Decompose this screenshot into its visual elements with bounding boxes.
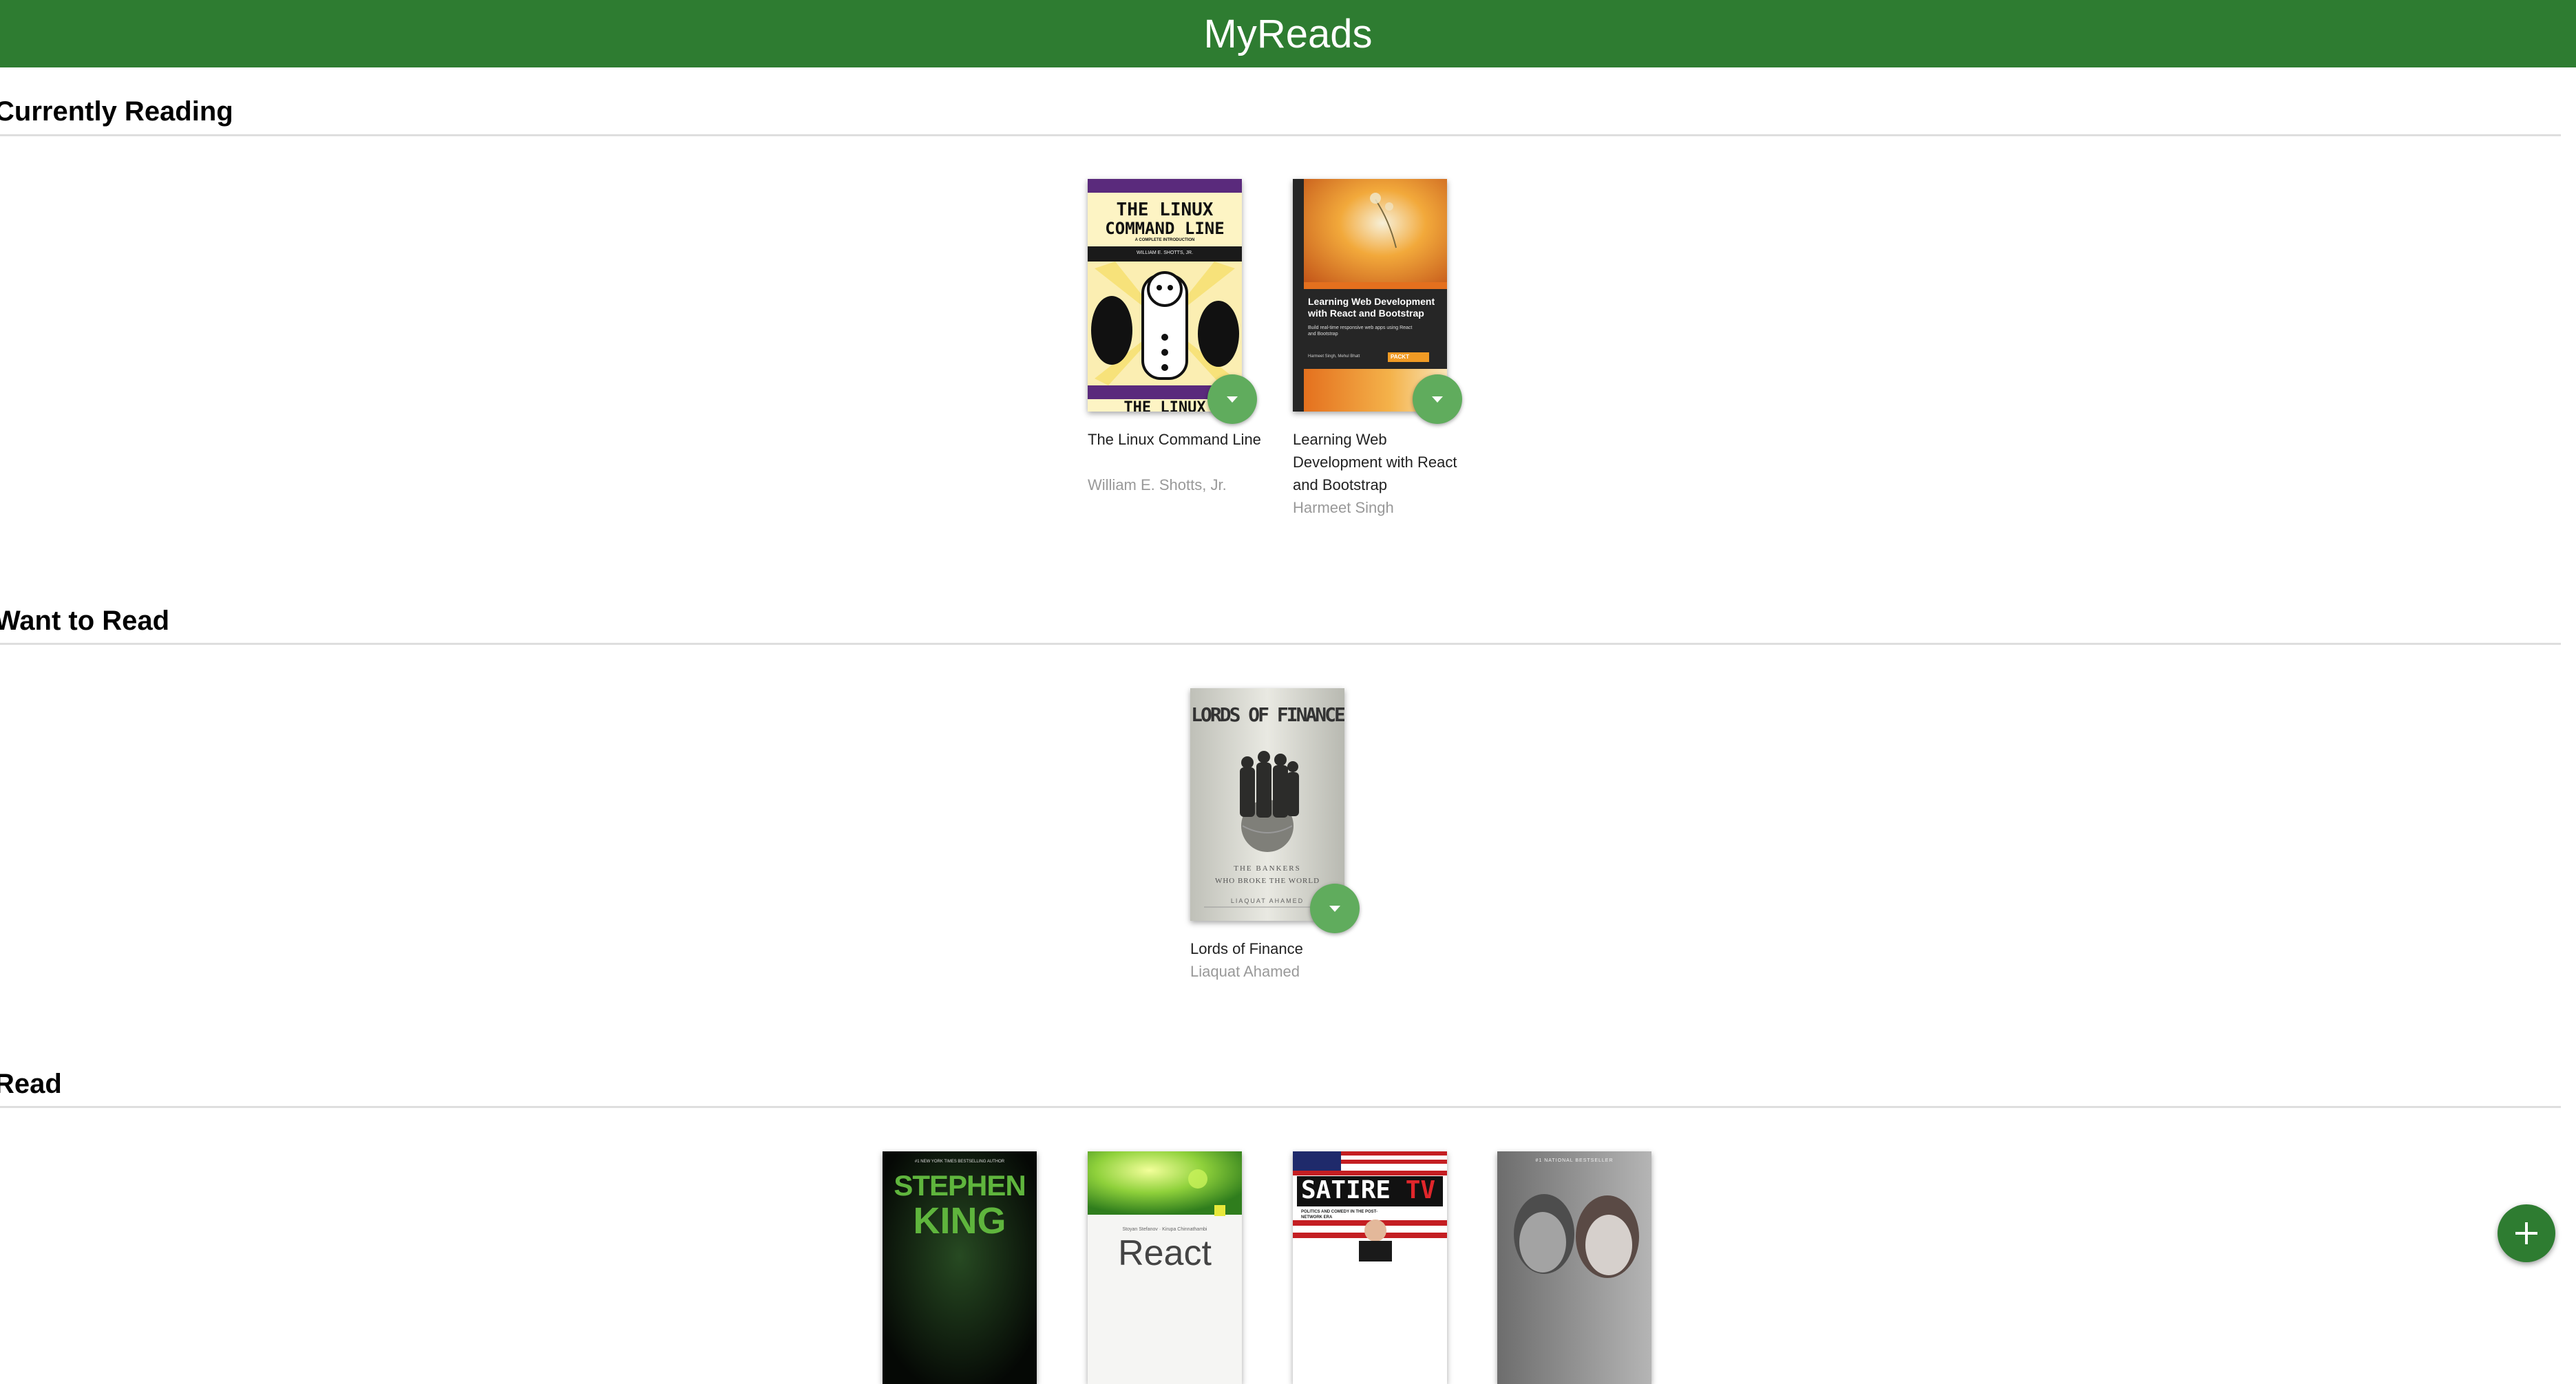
cover-title: LORDS OF FINANCE (1191, 703, 1344, 726)
cover-art (1497, 1151, 1651, 1384)
add-book-button[interactable] (2498, 1204, 2555, 1262)
cover-title-line2: COMMAND LINE (1105, 219, 1225, 238)
shelf-divider (0, 643, 2561, 645)
book-cover[interactable]: #1 NEW YORK TIMES BESTSELLING AUTHOR STE… (883, 1151, 1037, 1384)
cover-subtitle: POLITICS AND COMEDY IN THE POST-NETWORK … (1301, 1210, 1378, 1220)
cover-tagline-2: WHO BROKE THE WORLD (1214, 877, 1320, 885)
chevron-down-icon (1227, 396, 1238, 403)
book-authors: Liaquat Ahamed (1190, 963, 1300, 980)
cover-publisher: PACKT (1391, 354, 1409, 360)
book-authors: Harmeet Singh (1293, 499, 1394, 516)
book-authors: William E. Shotts, Jr. (1088, 476, 1227, 493)
app-title: MyReads (1203, 11, 1373, 56)
cover-title-part1: SATIRE (1301, 1176, 1391, 1204)
shelf-changer-button[interactable] (1310, 884, 1360, 933)
cover-author: WILLIAM E. SHOTTS, JR. (1136, 251, 1194, 255)
book-cover[interactable]: Learning Web Development with React and … (1293, 179, 1447, 412)
cover-art (1293, 179, 1447, 412)
chevron-down-icon (1432, 396, 1443, 403)
cover-subtitle: A COMPLETE INTRODUCTION (1134, 238, 1195, 242)
cover-title: SATIRE TV (1301, 1176, 1435, 1204)
book-cover[interactable]: THE LINUX COMMAND LINE A COMPLETE INTROD… (1088, 179, 1242, 412)
shelf-divider (0, 134, 2561, 136)
plus-icon (2515, 1222, 2537, 1244)
chevron-down-icon (1329, 905, 1340, 912)
cover-title-part2: TV (1405, 1176, 1436, 1204)
book-title: The Linux Command Line (1088, 431, 1261, 448)
shelf-title: Want to Read (0, 606, 170, 636)
cover-tagline: #1 NEW YORK TIMES BESTSELLING AUTHOR (914, 1160, 1005, 1164)
shelf-divider (0, 1106, 2561, 1108)
book-cover[interactable]: LORDS OF FINANCE THE BANKERS WHO BROKE T… (1190, 688, 1344, 921)
app-header: MyReads (0, 0, 2576, 67)
cover-title: Learning Web Development with React and … (1308, 296, 1435, 319)
cover-title-line1: THE LINUX (1116, 200, 1214, 220)
cover-subtitle: Build real-time responsive web apps usin… (1308, 326, 1413, 337)
cover-authors: Harmeet Singh, Mehul Bhatt (1308, 354, 1360, 359)
cover-tagline: #1 NATIONAL BESTSELLER (1535, 1158, 1614, 1163)
book-cover[interactable]: #1 NATIONAL BESTSELLER (1497, 1151, 1651, 1384)
shelf-changer-button[interactable] (1207, 374, 1257, 424)
cover-title: React (1118, 1233, 1212, 1273)
book-cover[interactable]: SATIRE TV POLITICS AND COMEDY IN THE POS… (1293, 1151, 1447, 1384)
shelf-changer-button[interactable] (1413, 374, 1462, 424)
cover-authors: Stoyan Stefanov · Kirupa Chinnathambi (1122, 1227, 1207, 1232)
shelf-title: Currently Reading (0, 96, 233, 127)
cover-author-line1: STEPHEN (894, 1169, 1026, 1202)
book-title: Learning Web Development with React and … (1293, 431, 1457, 493)
cover-author-line2: KING (913, 1200, 1006, 1242)
book-cover[interactable]: Stoyan Stefanov · Kirupa Chinnathambi Re… (1088, 1151, 1242, 1384)
book-title: Lords of Finance (1190, 940, 1303, 957)
shelf-title: Read (0, 1069, 62, 1099)
cover-tagline-1: THE BANKERS (1234, 864, 1301, 873)
